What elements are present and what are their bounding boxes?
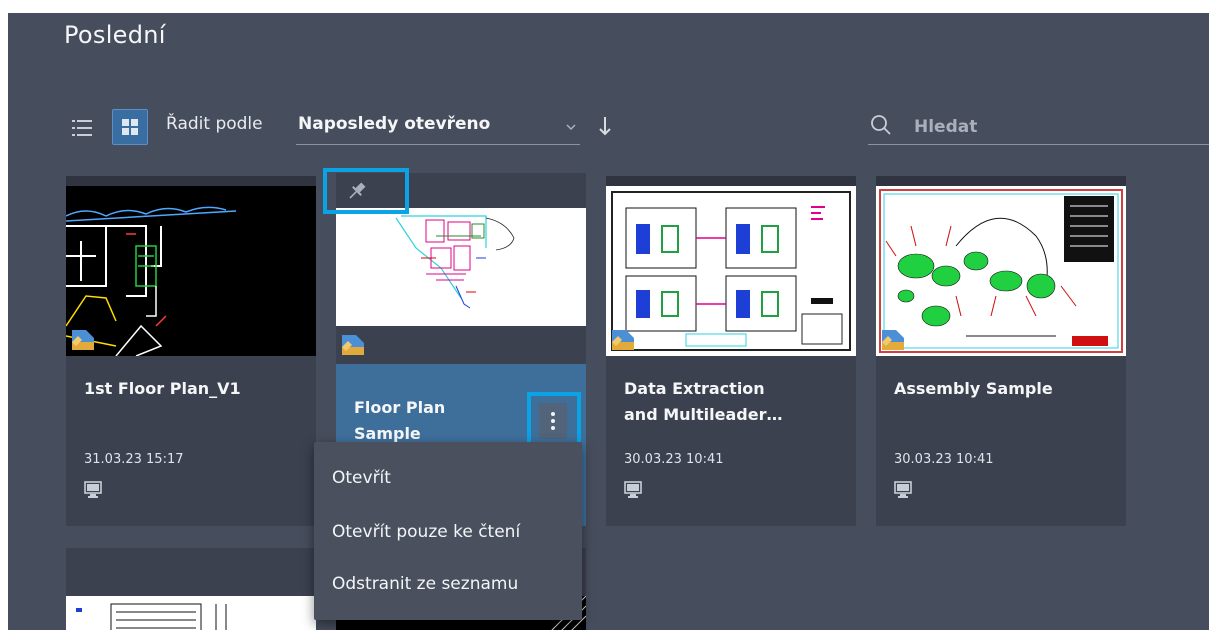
card-thumb-header (876, 176, 1126, 186)
pin-highlight (323, 168, 409, 214)
local-computer-icon (84, 481, 102, 498)
menu-item-open-read-only[interactable]: Otevřít pouze ke čtení (332, 522, 520, 542)
file-name-line1: Data Extraction (624, 379, 765, 398)
search-input[interactable] (912, 112, 1196, 142)
sort-select[interactable]: Naposledy otevřeno (296, 109, 580, 145)
card-thumb-header (66, 176, 316, 186)
grid-view-button[interactable] (112, 109, 148, 145)
file-card-data-extraction[interactable]: Data Extraction and Multileader… 30.03.2… (606, 176, 856, 526)
file-name-line2: and Multileader… (624, 405, 783, 424)
card-thumb-footer (336, 326, 586, 364)
menu-item-remove-from-list[interactable]: Odstranit ze seznamu (332, 574, 518, 594)
file-name-line1: Floor Plan (354, 398, 446, 417)
dwg-file-icon (72, 330, 94, 350)
file-date: 31.03.23 15:17 (84, 452, 184, 467)
card-thumb-header (606, 176, 856, 186)
file-name: Data Extraction and Multileader… (624, 376, 824, 428)
drawing-thumbnail (66, 186, 316, 356)
local-computer-icon (894, 481, 912, 498)
dwg-file-icon (882, 330, 904, 350)
chevron-down-icon (566, 124, 576, 130)
file-name: Assembly Sample (894, 379, 1053, 398)
file-card-1st-floor-plan[interactable]: 1st Floor Plan_V1 31.03.23 15:17 (66, 176, 316, 526)
sort-select-value: Naposledy otevřeno (298, 114, 491, 134)
dwg-file-icon (342, 335, 364, 355)
file-name: 1st Floor Plan_V1 (84, 379, 241, 398)
file-card-assembly-sample[interactable]: Assembly Sample 30.03.23 10:41 (876, 176, 1126, 526)
drawing-thumbnail (876, 186, 1126, 356)
file-date: 30.03.23 10:41 (894, 452, 994, 467)
card-thumb-header (66, 548, 316, 596)
recent-files-panel: Poslední Řadit podle Naposledy otevřeno (8, 13, 1209, 630)
drawing-thumbnail (66, 596, 316, 630)
menu-item-open[interactable]: Otevřít (332, 468, 391, 488)
file-date: 30.03.23 10:41 (624, 452, 724, 467)
page-title: Poslední (64, 21, 166, 49)
drawing-thumbnail (606, 186, 856, 356)
local-computer-icon (624, 481, 642, 498)
search-box[interactable] (868, 109, 1209, 145)
dwg-file-icon (612, 330, 634, 350)
grid-view-icon (122, 119, 138, 135)
file-name: Floor Plan Sample (354, 395, 554, 447)
list-view-icon[interactable] (72, 118, 92, 138)
sort-direction-down-icon[interactable] (598, 115, 612, 137)
drawing-thumbnail (336, 208, 586, 326)
search-icon (871, 115, 891, 135)
context-menu: Otevřít Otevřít pouze ke čtení Odstranit… (314, 442, 582, 620)
file-card-row2-1[interactable] (66, 548, 316, 630)
sort-label: Řadit podle (166, 114, 263, 134)
